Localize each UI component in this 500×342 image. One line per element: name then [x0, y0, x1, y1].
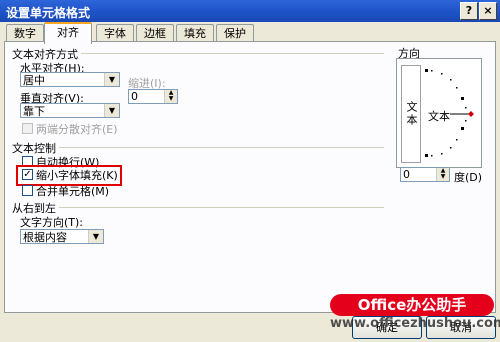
- text-direction-value: 根据内容: [23, 231, 67, 244]
- tab-alignment[interactable]: 对齐: [44, 22, 92, 44]
- merge-cells-label: 合并单元格(M): [36, 185, 110, 198]
- close-button[interactable]: ×: [479, 2, 497, 20]
- tab-number[interactable]: 数字: [6, 24, 44, 42]
- orientation-box[interactable]: 文本 文本: [396, 58, 482, 168]
- text-direction-select[interactable]: 根据内容 ▼: [20, 229, 104, 244]
- vertical-text-option[interactable]: 文本: [401, 65, 421, 163]
- title-bar: 设置单元格格式 ? ×: [0, 0, 500, 22]
- chevron-down-icon: ▼: [88, 230, 103, 243]
- shrink-to-fit-checkbox[interactable]: ✓: [22, 169, 33, 180]
- spin-arrows-icon[interactable]: ▲ ▼: [164, 90, 177, 103]
- indent-spinner[interactable]: 0 ▲ ▼: [128, 89, 178, 104]
- distributed-label: 两端分散对齐(E): [36, 123, 118, 136]
- indent-value: 0: [131, 90, 138, 103]
- tab-fill[interactable]: 填充: [176, 24, 214, 42]
- vertical-align-value: 靠下: [23, 105, 45, 118]
- watermark-logo: Office办公助手: [330, 294, 494, 316]
- tab-protection[interactable]: 保护: [216, 24, 254, 42]
- window-title: 设置单元格格式: [6, 6, 91, 20]
- degrees-value: 0: [403, 168, 410, 181]
- degrees-spinner[interactable]: 0 ▲ ▼: [400, 167, 450, 182]
- separator: [12, 207, 384, 208]
- text-direction-label: 文字方向(T):: [20, 216, 84, 229]
- merge-cells-checkbox[interactable]: [22, 185, 33, 196]
- horizontal-align-value: 居中: [23, 74, 45, 87]
- horizontal-text-option: 文本: [428, 108, 450, 124]
- separator: [12, 147, 384, 148]
- chevron-down-icon: ▼: [104, 104, 119, 117]
- degrees-label: 度(D): [454, 171, 483, 184]
- tab-font[interactable]: 字体: [96, 24, 134, 42]
- vertical-align-select[interactable]: 靠下 ▼: [20, 103, 120, 118]
- chevron-down-icon: ▼: [104, 73, 119, 86]
- spin-arrows-icon[interactable]: ▲ ▼: [436, 168, 449, 181]
- horizontal-align-select[interactable]: 居中 ▼: [20, 72, 120, 87]
- distributed-checkbox[interactable]: [22, 123, 33, 134]
- tab-border[interactable]: 边框: [136, 24, 174, 42]
- watermark-url: www.officezhushou.com: [330, 316, 500, 331]
- shrink-to-fit-label: 缩小字体填充(K): [36, 169, 118, 182]
- help-button[interactable]: ?: [460, 2, 478, 20]
